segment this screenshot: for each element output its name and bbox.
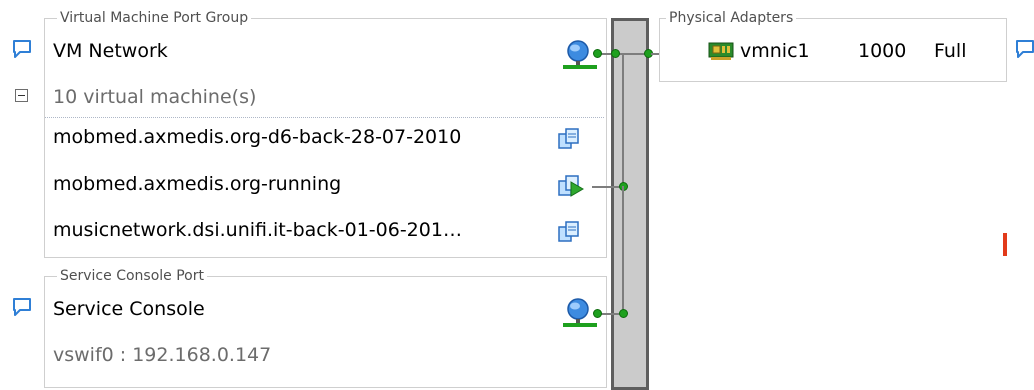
service-console-address: vswif0 : 192.168.0.147 [53,344,272,366]
physical-adapters-legend: Physical Adapters [666,9,797,27]
vm-name[interactable]: mobmed.axmedis.org-running [53,172,341,196]
separator [45,117,604,118]
connector-node [611,49,620,58]
connector-line [622,186,624,314]
adapter-name[interactable]: vmnic1 [740,39,810,63]
connector-node [593,49,602,58]
vm-network-name[interactable]: VM Network [53,39,168,63]
comment-bubble-icon[interactable] [11,296,33,318]
connector-node [619,309,628,318]
physical-adapters-panel: Physical Adapters vmnic1 1000 Full [659,9,1007,82]
vm-icon [558,221,579,242]
vm-name[interactable]: musicnetwork.dsi.unifi.it-back-01-06-201… [53,218,462,242]
text-cursor-marker [1003,233,1007,256]
vm-icon [558,128,579,149]
network-card-icon [708,42,734,60]
service-console-name[interactable]: Service Console [53,297,205,321]
service-console-panel: Service Console Port Service Console vsw… [44,267,607,388]
vm-running-icon [558,175,584,197]
comment-bubble-icon[interactable] [11,38,33,60]
service-console-legend: Service Console Port [57,267,207,285]
connector-line [597,53,651,55]
virtual-switch-bar [611,18,649,390]
comment-bubble-icon[interactable] [1014,38,1034,60]
connector-node [593,309,602,318]
vm-count-label: 10 virtual machine(s) [53,86,257,108]
connector-line [622,55,624,186]
vm-name[interactable]: mobmed.axmedis.org-d6-back-28-07-2010 [53,125,461,149]
adapter-speed: 1000 [858,40,907,62]
vm-port-group-panel: Virtual Machine Port Group VM Network 10… [44,9,607,258]
adapter-duplex: Full [934,40,967,62]
collapse-toggle-icon[interactable] [15,89,28,102]
vm-port-group-legend: Virtual Machine Port Group [57,9,252,27]
